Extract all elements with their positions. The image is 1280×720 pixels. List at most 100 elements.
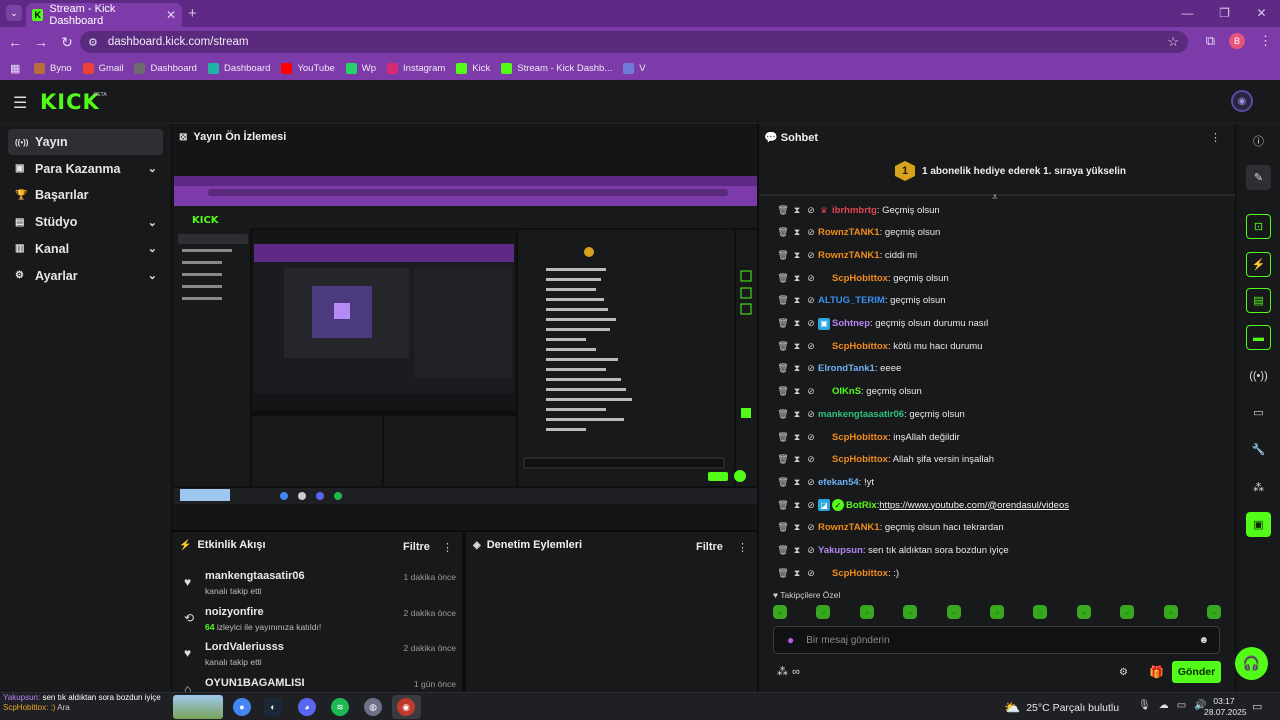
timeout-icon[interactable]: ⧗ xyxy=(790,568,804,579)
timeout-icon[interactable]: ⧗ xyxy=(790,205,804,216)
site-info-icon[interactable]: ⚙ xyxy=(88,36,98,49)
delete-icon[interactable]: 🗑 xyxy=(776,432,790,443)
sidebar-item-gear[interactable]: ⚙ Ayarlar ⌄ xyxy=(8,263,163,289)
timeout-icon[interactable]: ⧗ xyxy=(790,227,804,238)
chat-message[interactable]: 🗑 ⧗ ⊘ efekan54: !yt xyxy=(776,474,874,490)
chat-toggle-icon[interactable]: ▬ xyxy=(1246,325,1271,350)
bookmark-item[interactable]: V xyxy=(623,63,646,74)
chat-username[interactable]: ScpHobittox xyxy=(832,341,888,352)
taskbar-search[interactable]: Ara xyxy=(57,703,69,712)
ban-icon[interactable]: ⊘ xyxy=(804,454,818,465)
emote-icon[interactable]: ◕ xyxy=(1206,605,1221,619)
bookmark-item[interactable]: Byno xyxy=(34,63,72,74)
timeout-icon[interactable]: ⧗ xyxy=(790,477,804,488)
collapse-pin-icon[interactable]: ⩡ xyxy=(992,192,998,203)
bookmark-item[interactable]: Wp xyxy=(345,63,376,74)
clapper-icon[interactable]: ▣ xyxy=(1246,512,1271,537)
timeout-icon[interactable]: ⧗ xyxy=(790,341,804,352)
network-icon[interactable]: ▭ xyxy=(1177,700,1186,711)
chevron-down-icon[interactable]: ⌄ xyxy=(148,269,157,282)
chat-username[interactable]: ibrhmbrtg xyxy=(832,205,877,216)
browser-tab[interactable]: K Stream - Kick Dashboard ✕ xyxy=(26,3,182,27)
chrome-icon[interactable]: ● xyxy=(233,698,251,716)
delete-icon[interactable]: 🗑 xyxy=(776,227,790,238)
ban-icon[interactable]: ⊘ xyxy=(804,568,818,579)
ban-icon[interactable]: ⊘ xyxy=(804,341,818,352)
emote-icon[interactable]: ◕ xyxy=(989,605,1004,619)
chat-username[interactable]: RownzTANK1 xyxy=(818,250,880,261)
chat-message[interactable]: 🗑 ⧗ ⊘ RownzTANK1: geçmiş olsun xyxy=(776,225,940,241)
bookmark-item[interactable]: Kick xyxy=(456,63,490,74)
emote-icon[interactable]: ◕ xyxy=(1120,605,1135,619)
chat-message[interactable]: 🗑 ⧗ ⊘ RownzTANK1: ciddi mi xyxy=(776,247,917,263)
ban-icon[interactable]: ⊘ xyxy=(804,522,818,533)
points-icon[interactable]: ⁂ xyxy=(777,665,788,678)
apps-icon[interactable]: ▦ xyxy=(10,62,34,75)
ban-icon[interactable]: ⊘ xyxy=(804,386,818,397)
emote-icon[interactable]: ◕ xyxy=(773,605,787,619)
emote-icon[interactable]: ◕ xyxy=(1033,605,1048,619)
timeout-icon[interactable]: ⧗ xyxy=(790,522,804,533)
ban-icon[interactable]: ⊘ xyxy=(804,363,818,374)
timeout-icon[interactable]: ⧗ xyxy=(790,386,804,397)
delete-icon[interactable]: 🗑 xyxy=(776,454,790,465)
ban-icon[interactable]: ⊘ xyxy=(804,227,818,238)
delete-icon[interactable]: 🗑 xyxy=(776,273,790,284)
widget-thumbnail[interactable] xyxy=(173,695,223,719)
delete-icon[interactable]: 🗑 xyxy=(776,545,790,556)
ban-icon[interactable]: ⊘ xyxy=(804,432,818,443)
chat-message[interactable]: 🗑 ⧗ ⊘ mankengtaasatir06: geçmiş olsun xyxy=(776,406,965,422)
chat-username[interactable]: OlKnS xyxy=(832,386,861,397)
lightning-action-icon[interactable]: ⚡ xyxy=(1246,252,1271,277)
reload-icon[interactable]: ↻ xyxy=(54,34,80,51)
sub-goal-banner[interactable]: 1 1 abonelik hediye ederek 1. sıraya yük… xyxy=(895,161,1126,181)
emote-icon[interactable]: ◕ xyxy=(816,605,831,619)
bookmark-item[interactable]: Dashboard xyxy=(207,63,270,74)
chat-input[interactable]: ● Bir mesaj gönderin ☻ xyxy=(773,626,1220,654)
chat-username[interactable]: ElrondTank1 xyxy=(818,363,875,374)
chat-message[interactable]: 🗑 ⧗ ⊘ ScpHobittox: inşAllah değildir xyxy=(776,429,960,445)
chat-message[interactable]: 🗑 ⧗ ⊘ Yakupsun: sen tık aldıktan sora bozdu… xyxy=(776,543,1008,559)
timeout-icon[interactable]: ⧗ xyxy=(790,363,804,374)
info-icon[interactable]: ⓘ xyxy=(1246,128,1271,153)
chat-username[interactable]: ScpHobittox xyxy=(832,273,888,284)
chat-username[interactable]: ScpHobittox xyxy=(832,568,888,579)
delete-icon[interactable]: 🗑 xyxy=(776,295,790,306)
sidebar-item-trophy[interactable]: 🏆 Başarılar xyxy=(8,182,163,208)
ban-icon[interactable]: ⊘ xyxy=(804,205,818,216)
timeout-icon[interactable]: ⧗ xyxy=(790,318,804,329)
minimize-icon[interactable]: — xyxy=(1169,0,1206,27)
stream-preview-video[interactable]: KICK xyxy=(174,176,757,504)
chat-message[interactable]: 🗑 ⧗ ⊘ ScpHobittox: :) xyxy=(776,565,899,581)
timeout-icon[interactable]: ⧗ xyxy=(790,432,804,443)
chat-settings-icon[interactable]: ⚙ xyxy=(1119,667,1128,678)
close-tab-icon[interactable]: ✕ xyxy=(166,8,176,22)
system-clock[interactable]: 03:17 28.07.2025 xyxy=(1204,696,1247,718)
sidebar-item-wallet[interactable]: ▣ Para Kazanma ⌄ xyxy=(8,156,163,182)
delete-icon[interactable]: 🗑 xyxy=(776,250,790,261)
chat-message[interactable]: 🗑 ⧗ ⊘ ALTUG_TERIM: geçmiş olsun xyxy=(776,293,945,309)
timeout-icon[interactable]: ⧗ xyxy=(790,409,804,420)
ban-icon[interactable]: ⊘ xyxy=(804,273,818,284)
timeout-icon[interactable]: ⧗ xyxy=(790,273,804,284)
microphone-icon[interactable]: ● xyxy=(787,633,794,647)
activity-menu-icon[interactable]: ⋮ xyxy=(442,541,453,554)
microphone-tray-icon[interactable]: 🎙 xyxy=(1138,700,1151,711)
address-bar[interactable]: ⚙ dashboard.kick.com/stream ☆ xyxy=(80,31,1188,53)
ban-icon[interactable]: ⊘ xyxy=(804,500,818,511)
ban-icon[interactable]: ⊘ xyxy=(804,250,818,261)
chat-username[interactable]: ScpHobittox xyxy=(832,432,888,443)
menu-hamburger-icon[interactable]: ☰ xyxy=(13,93,27,113)
clip-icon[interactable]: ⊡ xyxy=(1246,214,1271,239)
delete-icon[interactable]: 🗑 xyxy=(776,386,790,397)
emote-icon[interactable]: ◕ xyxy=(903,605,918,619)
emote-icon[interactable]: ◕ xyxy=(1076,605,1091,619)
delete-icon[interactable]: 🗑 xyxy=(776,205,790,216)
support-fab-icon[interactable]: 🎧 xyxy=(1235,647,1268,680)
chat-username[interactable]: RownzTANK1 xyxy=(818,522,880,533)
close-window-icon[interactable]: ✕ xyxy=(1243,0,1280,27)
sidebar-item-channel[interactable]: ▥ Kanal ⌄ xyxy=(8,236,163,262)
chat-message[interactable]: 🗑 ⧗ ⊘ ◪ ✓ BotRix: https://www.youtube.com/@or… xyxy=(776,497,1069,513)
chat-message[interactable]: 🗑 ⧗ ⊘ ScpHobittox: Allah şifa versin inşall… xyxy=(776,452,994,468)
chat-username[interactable]: ALTUG_TERIM xyxy=(818,295,885,306)
